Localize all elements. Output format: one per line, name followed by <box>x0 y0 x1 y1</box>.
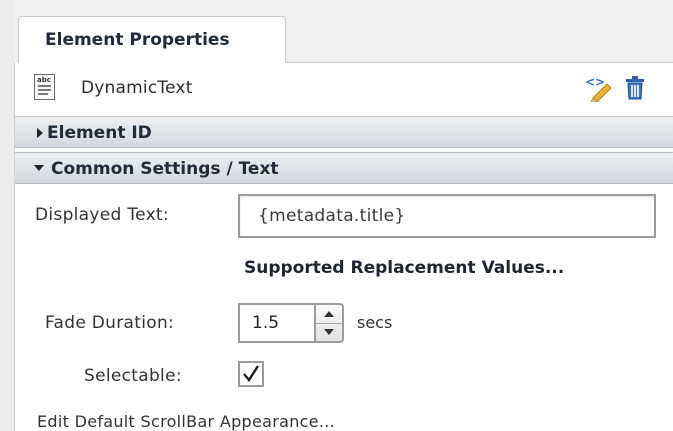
stepper-up-arrow-icon[interactable] <box>316 305 342 324</box>
tab-divider <box>286 62 673 63</box>
edit-code-icon[interactable]: <> <box>584 74 614 103</box>
supported-replacement-values-link[interactable]: Supported Replacement Values... <box>244 258 564 278</box>
trash-icon[interactable] <box>624 76 646 100</box>
edit-scrollbar-appearance-link[interactable]: Edit Default ScrollBar Appearance... <box>37 412 335 431</box>
svg-text:<>: <> <box>585 75 605 89</box>
displayed-text-input[interactable]: {metadata.title} <box>238 194 656 238</box>
checkmark-icon <box>243 365 260 383</box>
section-label: Element ID <box>47 123 152 143</box>
fade-duration-stepper[interactable] <box>314 303 344 343</box>
fade-duration-value: 1.5 <box>252 313 280 333</box>
fade-duration-unit: secs <box>357 313 393 332</box>
caret-down-icon <box>34 165 44 171</box>
element-header-row: abc DynamicText <> <box>24 66 673 112</box>
caret-right-icon <box>37 128 43 138</box>
section-common-settings[interactable]: Common Settings / Text <box>15 152 673 184</box>
displayed-text-label: Displayed Text: <box>35 205 169 225</box>
tab-element-properties[interactable]: Element Properties <box>18 16 286 63</box>
stepper-down-arrow-icon[interactable] <box>316 324 342 342</box>
selectable-checkbox[interactable] <box>238 361 264 387</box>
tab-label: Element Properties <box>45 30 230 50</box>
fade-duration-input[interactable]: 1.5 <box>238 303 314 343</box>
section-label: Common Settings / Text <box>51 159 279 179</box>
fade-duration-label: Fade Duration: <box>45 313 175 333</box>
selectable-label: Selectable: <box>84 366 182 386</box>
displayed-text-value: {metadata.title} <box>258 206 406 226</box>
section-element-id[interactable]: Element ID <box>15 116 673 148</box>
text-document-icon: abc <box>34 74 55 100</box>
element-name: DynamicText <box>81 78 193 98</box>
